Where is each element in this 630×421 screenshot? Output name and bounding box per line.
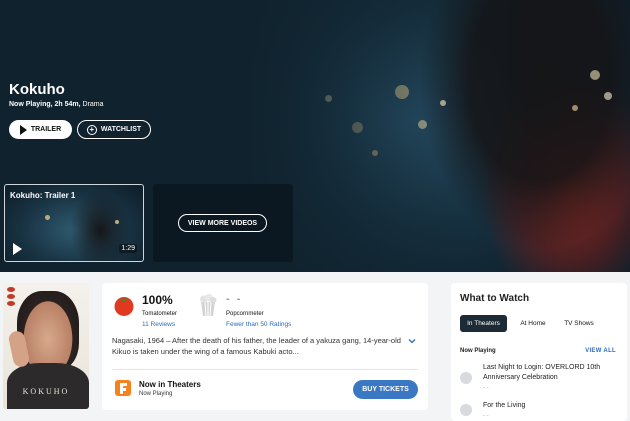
tomatometer-label: Tomatometer xyxy=(142,311,178,317)
movie-meta: Now Playing, 2h 54m, Drama xyxy=(9,101,104,108)
tab-at-home[interactable]: At Home xyxy=(513,315,553,332)
list-item-score: - - xyxy=(483,413,489,419)
what-to-watch-panel: What to Watch In Theaters At Home TV Sho… xyxy=(451,283,627,421)
watchlist-button[interactable]: + WATCHLIST xyxy=(77,120,151,139)
score-placeholder-icon xyxy=(460,404,472,416)
plus-icon: + xyxy=(86,124,97,135)
popcornmeter-ratings-link[interactable]: Fewer than 50 Ratings xyxy=(226,321,291,328)
movie-status-runtime: Now Playing, 2h 54m, xyxy=(9,101,81,108)
view-all-link[interactable]: VIEW ALL xyxy=(585,348,616,354)
tomatometer-reviews-link[interactable]: 11 Reviews xyxy=(142,321,175,328)
movie-genre: Drama xyxy=(82,101,104,108)
fandango-logo-icon xyxy=(115,380,131,396)
award-badge-icon xyxy=(7,287,15,307)
popcornmeter-score: - - xyxy=(226,293,243,305)
play-icon xyxy=(19,124,27,135)
list-item-score: - - xyxy=(483,385,489,391)
divider xyxy=(112,369,418,370)
watchlist-button-label: WATCHLIST xyxy=(100,126,142,133)
popcorn-icon xyxy=(200,294,217,317)
trailer-button-label: TRAILER xyxy=(30,126,62,133)
now-in-theaters-title: Now in Theaters xyxy=(139,380,201,389)
movie-poster[interactable]: KOKUHO xyxy=(3,283,89,409)
now-playing-section-label: Now Playing xyxy=(460,348,496,354)
video-play-icon xyxy=(13,243,22,255)
list-item-title: For the Living xyxy=(483,402,526,409)
movie-synopsis: Nagasaki, 1964 – After the death of his … xyxy=(112,336,401,356)
video-title: Kokuho: Trailer 1 xyxy=(10,191,76,200)
hero-banner: Kokuho Now Playing, 2h 54m, Drama TRAILE… xyxy=(0,0,630,272)
trailer-button[interactable]: TRAILER xyxy=(9,120,72,139)
tab-in-theaters[interactable]: In Theaters xyxy=(460,315,507,332)
movie-title: Kokuho xyxy=(9,81,65,98)
view-more-videos-button[interactable]: VIEW MORE VIDEOS xyxy=(178,214,267,232)
tab-tv-shows[interactable]: TV Shows xyxy=(559,315,599,332)
poster-title-text: KOKUHO xyxy=(22,387,70,396)
score-card: 100% Tomatometer 11 Reviews - - Popcornm… xyxy=(102,283,428,410)
trailer-video-card[interactable]: Kokuho: Trailer 1 1:29 xyxy=(4,184,144,262)
chevron-down-icon[interactable] xyxy=(408,337,416,345)
tomatometer-score: 100% xyxy=(142,293,173,307)
view-more-videos-card: VIEW MORE VIDEOS xyxy=(153,184,293,262)
now-playing-label: Now Playing xyxy=(139,391,173,397)
tomato-icon xyxy=(114,297,134,316)
video-duration: 1:29 xyxy=(119,244,137,253)
buy-tickets-button[interactable]: BUY TICKETS xyxy=(353,380,418,399)
popcornmeter-label: Popcornmeter xyxy=(226,311,264,317)
score-placeholder-icon xyxy=(460,372,472,384)
list-item-title: Last Night to Login: OVERLORD 10th Anniv… xyxy=(483,364,601,381)
what-to-watch-title: What to Watch xyxy=(460,293,530,304)
